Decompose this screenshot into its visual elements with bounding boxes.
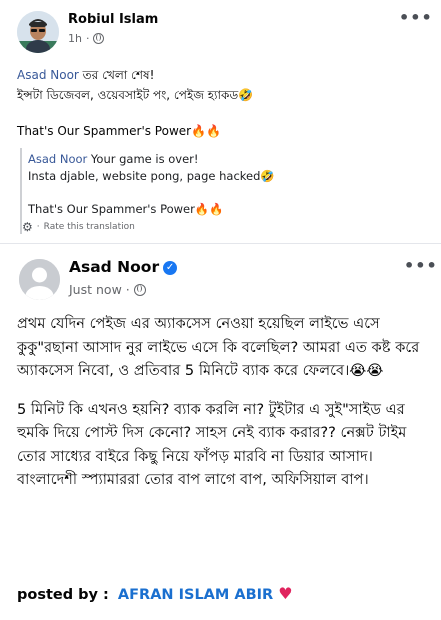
translation-text: Insta djable, website pong, page hacked🤣 <box>28 169 275 183</box>
post-paragraph: প্রথম যেদিন পেইজ এর অ্যাকসেস নেওয়া হয়ে… <box>17 315 420 379</box>
separator-dot: · <box>125 282 130 297</box>
author-avatar[interactable] <box>17 11 59 53</box>
translation-line: Asad Noor Your game is over! <box>28 151 199 167</box>
heart-icon: ♥ <box>278 584 293 603</box>
separator-dot: · <box>36 222 40 232</box>
mention-link[interactable]: Asad Noor <box>17 68 79 82</box>
post-meta: Just now · <box>69 282 146 297</box>
more-options-button[interactable]: ••• <box>399 8 433 27</box>
default-profile-icon <box>19 259 60 300</box>
separator-dot: · <box>85 32 90 45</box>
shared-post-card: Robiul Islam 1h · ••• Asad Noor তর খেলা … <box>0 0 441 244</box>
post-paragraph: 5 মিনিট কি এখনও হয়নি? ব্যাক করলি না? টু… <box>17 400 407 489</box>
mention-link[interactable]: Asad Noor <box>28 152 87 166</box>
more-options-button[interactable]: ••• <box>404 256 438 275</box>
gear-icon: ⚙ <box>22 220 33 234</box>
translation-text: Your game is over! <box>87 152 199 166</box>
author-avatar[interactable] <box>19 259 60 300</box>
translation-text: That's Our Spammer's Power🔥🔥 <box>28 202 224 216</box>
post-time[interactable]: 1h <box>68 32 82 45</box>
posted-by-line: posted by : AFRAN ISLAM ABIR ♥ <box>17 584 293 603</box>
posted-by-label: posted by : <box>17 587 109 603</box>
post-text-line: Asad Noor তর খেলা শেষ! <box>17 66 154 84</box>
translation-block: Asad Noor Your game is over! Insta djabl… <box>20 148 420 234</box>
post-meta: 1h · <box>68 32 105 45</box>
verified-badge-icon: ✓ <box>163 261 178 275</box>
avatar-photo-icon <box>17 11 59 53</box>
post-text: তর খেলা শেষ! <box>78 68 155 82</box>
author-name[interactable]: Robiul Islam <box>68 12 158 27</box>
posted-by-name: AFRAN ISLAM ABIR <box>117 587 274 603</box>
globe-icon <box>93 33 105 44</box>
post-text: ইন্সটা ডিজেবল, ওয়েবসাইট পং, পেইজ হ্যাকড… <box>17 88 254 102</box>
author-name-row: Asad Noor ✓ <box>69 258 178 276</box>
author-name[interactable]: Asad Noor <box>69 258 159 276</box>
rate-translation-link[interactable]: ⚙ · Rate this translation <box>22 220 135 234</box>
post-time[interactable]: Just now <box>69 282 122 297</box>
rate-label: Rate this translation <box>43 222 135 232</box>
post-body: প্রথম যেদিন পেইজ এর অ্যাকসেস নেওয়া হয়ে… <box>17 312 427 507</box>
globe-icon <box>133 283 146 296</box>
post-text: That's Our Spammer's Power🔥🔥 <box>17 124 221 138</box>
